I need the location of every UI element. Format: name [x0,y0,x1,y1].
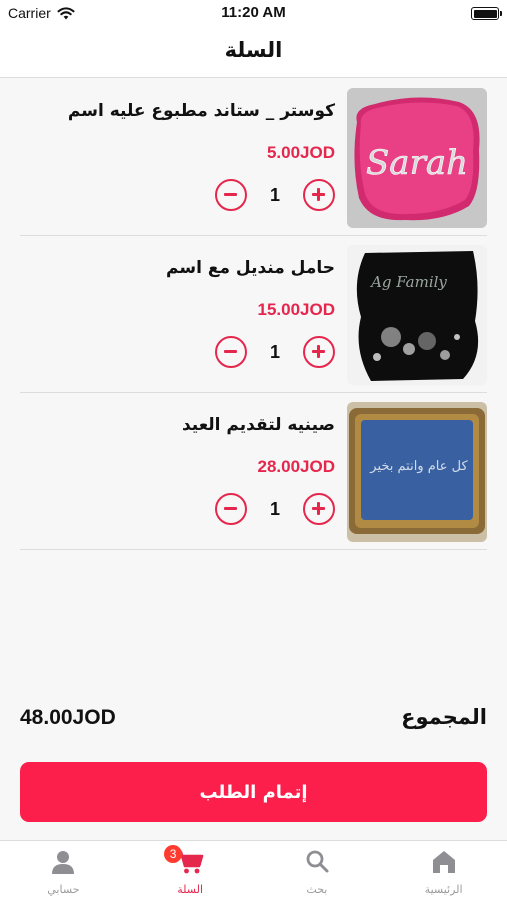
increase-quantity-button[interactable] [303,493,335,525]
quantity-value: 1 [269,184,280,205]
quantity-value: 1 [269,341,280,362]
tab-label: بحث [306,883,328,896]
tab-search[interactable]: بحث [254,841,381,900]
total-label: المجموع [401,705,487,729]
quantity-stepper: 1 [215,335,335,369]
quantity-value: 1 [269,498,280,519]
battery-icon [471,7,502,20]
tray-text: كل عام وانتم بخير [369,459,468,474]
item-name: حامل منديل مع اسم [166,258,335,278]
tab-bar: حسابي 3 السلة بحث الرئيسية [0,840,507,900]
status-time: 11:20 AM [221,4,286,21]
tissue-holder-text: Ag Family [369,273,447,291]
tab-home[interactable]: الرئيسية [380,841,507,900]
tab-account[interactable]: حسابي [0,841,127,900]
search-icon [306,850,329,873]
tab-label: الرئيسية [424,883,463,896]
cart-count-badge: 3 [164,845,183,863]
blue-gold-tray-image[interactable]: كل عام وانتم بخير [347,402,487,542]
item-price: 15.00JOD [257,300,336,319]
tab-cart[interactable]: 3 السلة [127,841,254,900]
status-bar: Carrier 11:20 AM [0,0,507,28]
pink-name-coaster-image[interactable]: Sarah [347,88,487,228]
cart-item: Sarah كوستر _ ستاند مطبوع عليه اسم 5.00J… [20,79,487,236]
user-icon [52,851,75,874]
coaster-name-text: Sarah [366,143,468,183]
decrease-quantity-button[interactable] [215,493,247,525]
checkout-button[interactable]: إتمام الطلب [20,762,487,822]
tab-label: السلة [177,883,203,896]
cart-item: Ag Family حامل منديل مع اسم 15.00JOD 1 [20,236,487,393]
cart-list: Sarah كوستر _ ستاند مطبوع عليه اسم 5.00J… [20,79,487,550]
black-tissue-holder-image[interactable]: Ag Family [347,245,487,385]
cart-item: كل عام وانتم بخير صينيه لتقديم العيد 28.… [20,393,487,550]
tab-label: حسابي [47,883,80,896]
page-title: السلة [224,38,283,62]
increase-quantity-button[interactable] [303,336,335,368]
item-price: 5.00JOD [266,143,335,162]
increase-quantity-button[interactable] [303,179,335,211]
quantity-stepper: 1 [215,492,335,526]
item-price: 28.00JOD [257,457,336,476]
total-value: 48.00JOD [20,706,116,729]
home-icon [432,851,455,873]
nav-bar: السلة [0,28,507,78]
item-name: كوستر _ ستاند مطبوع عليه اسم [67,101,335,121]
decrease-quantity-button[interactable] [215,336,247,368]
item-name: صينيه لتقديم العيد [181,415,335,435]
decrease-quantity-button[interactable] [215,179,247,211]
quantity-stepper: 1 [215,178,335,212]
